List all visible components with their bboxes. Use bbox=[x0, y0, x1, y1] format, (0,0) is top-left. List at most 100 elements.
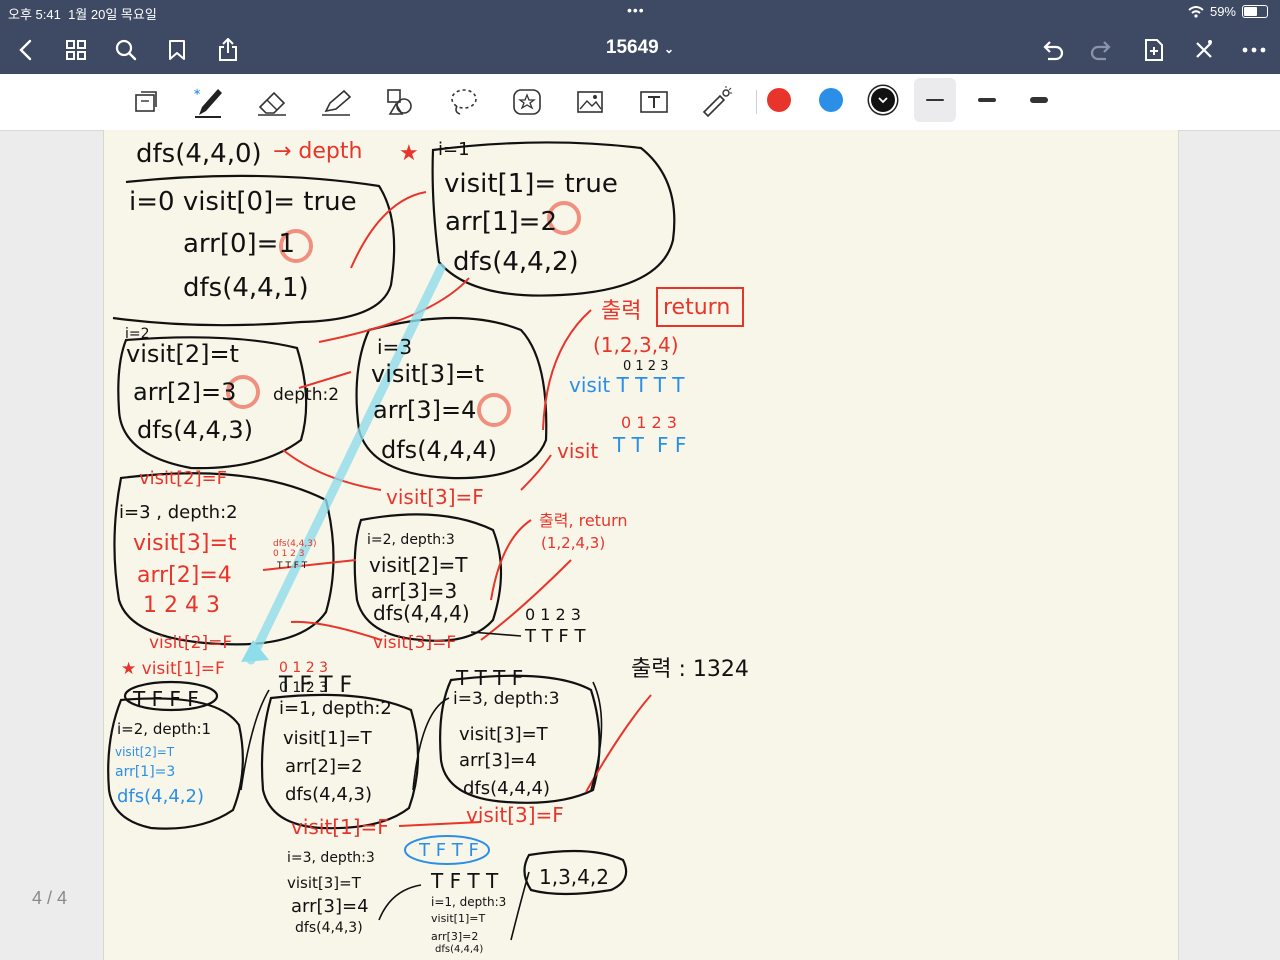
note-text: visit[2]=F bbox=[139, 468, 227, 489]
shapes-icon[interactable] bbox=[381, 84, 419, 120]
bookmark-icon[interactable] bbox=[164, 37, 190, 63]
grid-view-icon[interactable] bbox=[63, 37, 89, 63]
share-icon[interactable] bbox=[215, 37, 241, 63]
note-text: visit[1]=T bbox=[431, 912, 485, 925]
color-swatch-blue[interactable] bbox=[819, 88, 843, 112]
note-text: arr[1]=3 bbox=[115, 764, 175, 780]
chevron-down-icon bbox=[878, 97, 888, 104]
note-text: → depth bbox=[273, 139, 362, 164]
note-text: dfs(4,4,4) bbox=[435, 944, 483, 955]
note-text: visit[2]=T bbox=[115, 745, 175, 759]
note-text: depth:2 bbox=[273, 385, 339, 405]
eraser-icon[interactable] bbox=[254, 84, 292, 120]
note-text: T F F F bbox=[132, 687, 199, 711]
note-text: visit[1]= true bbox=[444, 169, 618, 199]
note-text: i=0 visit[0]= true bbox=[129, 187, 357, 217]
status-time-date: 오후 5:41 1월 20일 목요일 bbox=[8, 4, 157, 23]
note-text: T F T F bbox=[278, 673, 352, 698]
document-title[interactable]: 15649 ⌄ bbox=[560, 37, 720, 59]
stroke-thick[interactable] bbox=[1018, 78, 1060, 122]
search-icon[interactable] bbox=[113, 37, 139, 63]
read-only-icon[interactable] bbox=[127, 84, 165, 120]
note-text: dfs(4,4,4) bbox=[373, 601, 470, 625]
color-swatch-black-selected[interactable] bbox=[871, 88, 895, 112]
battery-icon bbox=[1242, 5, 1268, 18]
note-text: (1,2,3,4) bbox=[593, 333, 679, 357]
note-text: dfs(4,4,2) bbox=[117, 786, 204, 807]
add-page-icon[interactable] bbox=[1141, 37, 1167, 63]
note-text: visit[3]=F bbox=[386, 485, 484, 509]
note-text: dfs(4,4,4) bbox=[463, 778, 550, 799]
status-right: 59% bbox=[1188, 4, 1268, 19]
note-text: i=1, depth:2 bbox=[279, 698, 392, 719]
circle-4 bbox=[477, 393, 511, 427]
note-text: visit T T T T bbox=[569, 373, 685, 397]
highlighter-icon[interactable] bbox=[318, 84, 356, 120]
color-swatch-red[interactable] bbox=[767, 88, 791, 112]
note-text: dfs(4,4,0) bbox=[136, 139, 262, 169]
note-text: 1 2 4 3 bbox=[143, 593, 220, 618]
note-text: dfs(4,4,3) bbox=[295, 920, 363, 936]
note-text: i=3, depth:3 bbox=[287, 850, 375, 866]
text-icon[interactable] bbox=[635, 84, 673, 120]
note-page[interactable]: dfs(4,4,0) → depth ★ i=1 visit[1]= true arr[1… bbox=[103, 130, 1179, 960]
back-icon[interactable] bbox=[12, 37, 38, 63]
note-text: dfs(4,4,2) bbox=[453, 247, 579, 277]
chevron-down-icon: ⌄ bbox=[664, 42, 675, 56]
note-text: return bbox=[663, 295, 730, 320]
note-text: (1,2,4,3) bbox=[541, 534, 605, 552]
note-text: visit[2]=t bbox=[126, 340, 239, 368]
lasso-icon[interactable] bbox=[445, 84, 483, 120]
note-text: i=3 bbox=[377, 335, 412, 359]
arrow-return-i1 bbox=[318, 277, 470, 343]
note-text: T T bbox=[612, 433, 645, 457]
image-icon[interactable] bbox=[571, 84, 609, 120]
pen-settings-icon[interactable] bbox=[1191, 37, 1217, 63]
note-text: 출력 : 1324 bbox=[631, 657, 749, 682]
nav-bar: 15649 ⌄ bbox=[0, 24, 1280, 74]
stroke-thin-selected[interactable] bbox=[914, 78, 956, 122]
note-text: i=2, depth:3 bbox=[367, 532, 455, 548]
status-date: 1월 20일 목요일 bbox=[68, 7, 157, 22]
note-text: T T F T bbox=[276, 561, 308, 571]
page-indicator: 4 / 4 bbox=[32, 888, 68, 908]
note-text: arr[3]=4 bbox=[459, 750, 537, 771]
sticker-icon[interactable] bbox=[508, 84, 546, 120]
note-text: visit[2]=F bbox=[149, 633, 232, 653]
note-text: T T T F bbox=[455, 666, 523, 690]
status-time: 오후 5:41 bbox=[8, 7, 61, 22]
multitasking-dots-icon[interactable]: ••• bbox=[627, 2, 645, 18]
note-text: arr[2]=3 bbox=[133, 378, 236, 406]
note-text: visit[3]=t bbox=[133, 531, 237, 556]
note-text: 0 1 2 3 bbox=[623, 359, 668, 374]
note-text: visit[3]=F bbox=[466, 803, 564, 827]
arrow-bk-6 bbox=[470, 631, 522, 637]
note-text: ★ bbox=[399, 141, 419, 166]
handwriting-canvas[interactable]: dfs(4,4,0) → depth ★ i=1 visit[1]= true arr[1… bbox=[104, 130, 1178, 960]
battery-percent: 59% bbox=[1209, 4, 1236, 19]
note-text: 0 1 2 3 bbox=[621, 413, 677, 432]
note-text: arr[0]=1 bbox=[183, 229, 295, 259]
note-text: F F bbox=[657, 433, 686, 457]
note-text: 0 1 2 3 bbox=[273, 549, 305, 559]
note-text: 1,3,4,2 bbox=[539, 865, 609, 889]
arrow-bk-1 bbox=[240, 689, 270, 791]
note-text: visit[1]=F bbox=[291, 815, 389, 839]
redo-icon[interactable] bbox=[1089, 37, 1115, 63]
note-text: visit[3]=t bbox=[371, 360, 484, 388]
note-texts: dfs(4,4,0) → depth ★ i=1 visit[1]= true arr[1… bbox=[115, 139, 749, 955]
pen-icon[interactable]: ∗ bbox=[190, 84, 228, 120]
note-text: visit[2]=T bbox=[369, 553, 468, 577]
undo-icon[interactable] bbox=[1039, 37, 1065, 63]
note-text: T F T F bbox=[418, 840, 479, 861]
note-text: arr[3]=3 bbox=[371, 579, 457, 603]
note-text: arr[3]=4 bbox=[373, 396, 476, 424]
drawing-toolbar: ∗ bbox=[0, 74, 1280, 131]
arrow-bk-4 bbox=[378, 884, 422, 921]
note-text: T T F T bbox=[524, 626, 587, 647]
more-icon[interactable] bbox=[1241, 37, 1267, 63]
laser-pointer-icon[interactable] bbox=[698, 84, 736, 120]
stroke-medium[interactable] bbox=[966, 78, 1008, 122]
note-text: 출력, return bbox=[539, 511, 628, 530]
note-text: i=2, depth:1 bbox=[117, 720, 211, 738]
